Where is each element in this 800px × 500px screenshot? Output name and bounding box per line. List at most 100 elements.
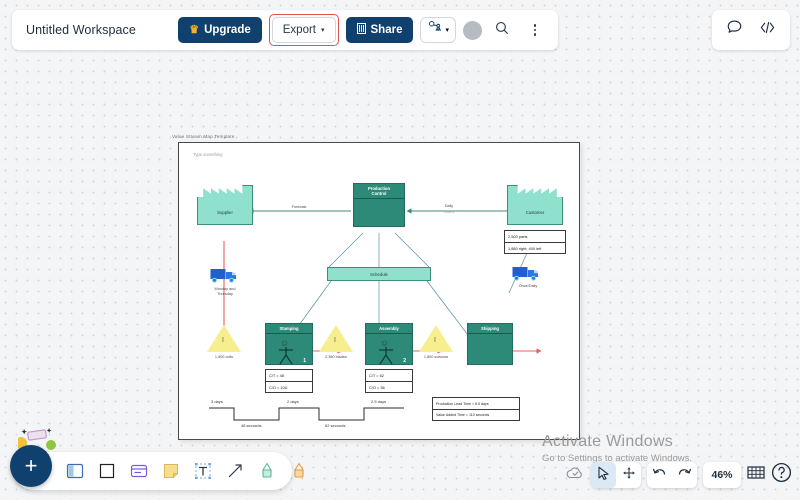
history-group	[647, 462, 697, 488]
cursor-select-button[interactable]	[591, 462, 616, 488]
comment-button[interactable]	[726, 19, 743, 41]
inventory-triangle-1[interactable]	[207, 325, 241, 352]
cloud-sync-icon	[565, 465, 585, 486]
shape-square-icon[interactable]	[98, 461, 116, 481]
process-data-row: C/O = 36	[366, 381, 412, 392]
export-button[interactable]: Export ▾	[271, 17, 336, 43]
supplier-ship-line1: Monday and	[214, 287, 236, 291]
card-icon[interactable]	[130, 461, 148, 481]
customer-data-box[interactable]: 2,500 parts 1,880 right; 400 left	[504, 230, 566, 254]
frame-title[interactable]: Value Stream Map Template	[172, 134, 235, 139]
process-name-assembly: Assembly	[366, 324, 412, 334]
process-data-assembly[interactable]: C/T = 62 C/O = 36	[365, 369, 413, 393]
inventory-mark	[419, 325, 453, 352]
windows-activation-watermark: Activate Windows Go to Settings to activ…	[542, 433, 692, 464]
customer-data-row: 2,500 parts	[508, 234, 528, 239]
process-assembly[interactable]: Assembly ☺ 2	[365, 323, 413, 365]
production-control-shape[interactable]: Production Control	[353, 183, 405, 227]
timeline-value-1: 48 seconds	[241, 423, 262, 428]
inventory-mark	[207, 325, 241, 352]
redo-button[interactable]	[672, 462, 697, 488]
supplier-label: Supplier	[217, 210, 233, 215]
daily-sublabel: orders	[443, 210, 455, 214]
pointer-tools-group	[591, 462, 641, 488]
kebab-menu-icon	[533, 23, 537, 37]
zoom-group: 46%	[703, 462, 741, 488]
operator-count-stamping: 1	[303, 358, 306, 364]
export-highlight-box: Export ▾	[268, 14, 339, 46]
inventory-triangle-2[interactable]	[319, 325, 353, 352]
customer-label: Customer	[525, 210, 545, 215]
highlighter-icon[interactable]	[290, 461, 308, 481]
daily-label: Daily	[444, 204, 454, 208]
workspace-title[interactable]: Untitled Workspace	[26, 23, 136, 37]
inventory-label-1: 1,500 coils	[214, 355, 234, 359]
process-stamping[interactable]: Stamping ☺ 1	[265, 323, 313, 365]
search-button[interactable]	[489, 17, 515, 43]
production-control-line2: Control	[371, 191, 387, 196]
arrow-icon[interactable]	[226, 461, 244, 481]
process-shipping[interactable]: Shipping	[467, 323, 513, 365]
cloud-sync-button[interactable]	[565, 465, 585, 486]
code-brackets-icon	[759, 19, 776, 41]
pan-move-button[interactable]	[616, 462, 641, 488]
schedule-label: Schedule	[370, 271, 388, 277]
share-label: Share	[370, 24, 403, 36]
template-icon[interactable]	[66, 461, 84, 481]
summary-box[interactable]: Production Lead Time = 8.5 days Value Ad…	[432, 397, 520, 421]
share-button[interactable]: Share	[345, 17, 414, 43]
diagram-frame[interactable]: Type something Supplier Customer Product…	[178, 142, 580, 440]
grid-button[interactable]	[747, 465, 765, 485]
more-options-button[interactable]	[522, 17, 548, 43]
customer-shipping-label: Once/Daily	[518, 284, 538, 288]
cursor-select-icon	[597, 466, 610, 485]
zoom-level-label[interactable]: 46%	[703, 462, 741, 488]
schedule-shape[interactable]: Schedule	[327, 267, 431, 281]
customer-data-row: 1,880 right; 400 left	[505, 242, 565, 253]
help-button[interactable]	[771, 462, 792, 488]
grid-icon	[747, 465, 765, 485]
share-icon	[356, 23, 366, 37]
upgrade-label: Upgrade	[204, 24, 251, 36]
summary-row: Value Added Time = 110 seconds	[433, 409, 519, 420]
comment-icon	[726, 19, 743, 41]
upgrade-button[interactable]: ♛ Upgrade	[178, 17, 262, 43]
pan-move-icon	[622, 466, 636, 485]
embed-code-button[interactable]	[759, 19, 776, 41]
collaborators-button[interactable]: ▾	[420, 17, 456, 43]
undo-icon	[652, 466, 667, 485]
top-toolbar: Untitled Workspace ♛ Upgrade Export ▾ Sh…	[12, 10, 558, 50]
app-root: Untitled Workspace ♛ Upgrade Export ▾ Sh…	[0, 0, 800, 500]
timeline-lead-1: 3 days	[211, 399, 223, 404]
production-control-header: Production Control	[354, 184, 404, 199]
undo-button[interactable]	[647, 462, 672, 488]
export-label: Export	[282, 24, 316, 36]
avatar[interactable]	[463, 20, 482, 40]
supplier-ship-line2: Thursday	[217, 292, 233, 297]
process-data-stamping[interactable]: C/T = 48 C/O = 10U	[265, 369, 313, 393]
chevron-down-icon: ▾	[321, 26, 325, 34]
add-button[interactable]: +	[10, 445, 52, 487]
forecast-label: Forecast	[291, 205, 307, 209]
plus-icon: +	[24, 453, 38, 478]
summary-row: Production Lead Time = 8.5 days	[436, 401, 489, 406]
top-right-panel	[712, 10, 790, 50]
top-toolbar-actions: ♛ Upgrade Export ▾ Share ▾	[178, 14, 548, 46]
process-data-row: C/O = 10U	[266, 381, 312, 392]
process-name-stamping: Stamping	[266, 324, 312, 334]
supplier-shipping-label: Monday and Thursday	[191, 287, 259, 297]
timeline-lead-3: 2.5 days	[371, 399, 387, 404]
process-data-row: C/T = 62	[369, 373, 384, 378]
sticky-note-icon[interactable]	[162, 461, 180, 481]
text-icon[interactable]	[194, 461, 212, 481]
search-icon	[495, 21, 509, 40]
marker-icon[interactable]	[258, 461, 276, 481]
process-data-row: C/T = 48	[269, 373, 284, 378]
supplier-truck-icon[interactable]	[210, 267, 240, 289]
process-name-shipping: Shipping	[468, 324, 512, 334]
help-icon	[771, 462, 792, 488]
chevron-down-icon: ▾	[445, 26, 449, 34]
inventory-triangle-3[interactable]	[419, 325, 453, 352]
operator-count-assembly: 2	[403, 358, 406, 364]
people-network-icon	[427, 20, 442, 40]
